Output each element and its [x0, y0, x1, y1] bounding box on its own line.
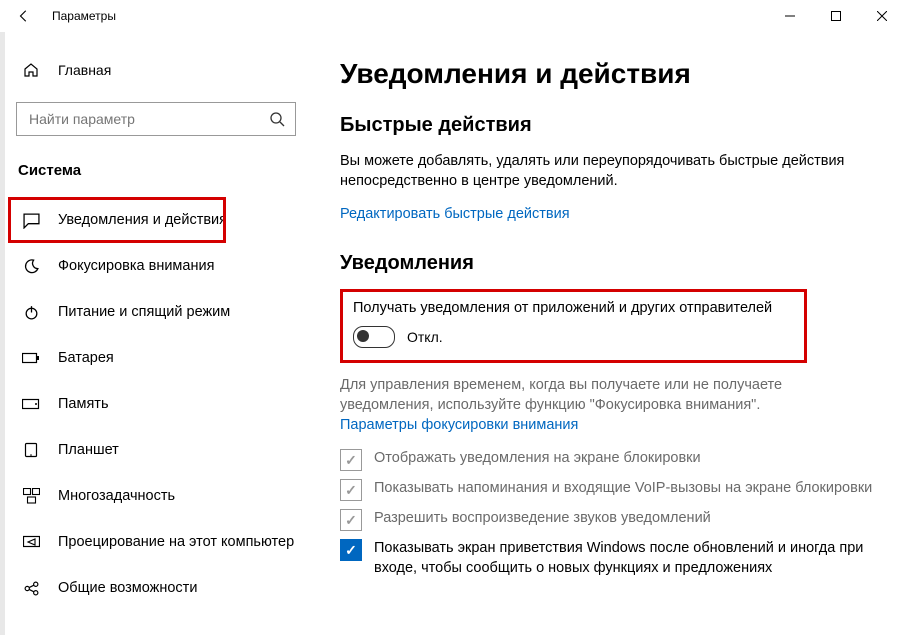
body: Главная Система Уведомления и действия	[0, 32, 905, 635]
nav-item-shared-experiences[interactable]: Общие возможности	[0, 565, 312, 611]
close-icon	[877, 11, 887, 21]
nav-item-multitasking[interactable]: Многозадачность	[0, 473, 312, 519]
titlebar: Параметры	[0, 0, 905, 32]
edit-quick-actions-link[interactable]: Редактировать быстрые действия	[340, 206, 877, 222]
notifications-toggle[interactable]	[353, 326, 395, 348]
checkbox-label: Разрешить воспроизведение звуков уведомл…	[374, 509, 711, 529]
close-button[interactable]	[859, 0, 905, 32]
check-welcome-screen: Показывать экран приветствия Windows пос…	[340, 539, 877, 578]
checkbox-label: Показывать экран приветствия Windows пос…	[374, 539, 877, 578]
nav-label: Проецирование на этот компьютер	[58, 534, 294, 550]
checkbox-label: Показывать напоминания и входящие VoIP-в…	[374, 479, 872, 499]
notifications-heading: Уведомления	[340, 252, 877, 275]
message-icon	[22, 211, 40, 229]
nav-item-battery[interactable]: Батарея	[0, 335, 312, 381]
settings-window: Параметры Главная	[0, 0, 905, 635]
back-button[interactable]	[8, 0, 40, 32]
checkbox[interactable]	[340, 449, 362, 471]
check-notification-sounds: Разрешить воспроизведение звуков уведомл…	[340, 509, 877, 531]
focus-assist-desc: Для управления временем, когда вы получа…	[340, 375, 877, 416]
nav-label: Многозадачность	[58, 488, 175, 504]
highlight-notifications-toggle: Получать уведомления от приложений и дру…	[340, 289, 807, 363]
quick-actions-desc: Вы можете добавлять, удалять или переупо…	[340, 151, 877, 192]
maximize-button[interactable]	[813, 0, 859, 32]
checkbox[interactable]	[340, 479, 362, 501]
nav-item-projecting[interactable]: Проецирование на этот компьютер	[0, 519, 312, 565]
toggle-row: Откл.	[353, 326, 790, 348]
search-input[interactable]	[27, 110, 269, 128]
minimize-button[interactable]	[767, 0, 813, 32]
content: Уведомления и действия Быстрые действия …	[312, 32, 905, 635]
page-title: Уведомления и действия	[340, 58, 877, 90]
nav-label: Планшет	[58, 442, 119, 458]
check-voip-reminders: Показывать напоминания и входящие VoIP-в…	[340, 479, 877, 501]
nav-label: Фокусировка внимания	[58, 258, 214, 274]
project-icon	[22, 533, 40, 551]
multitask-icon	[22, 487, 40, 505]
window-controls	[767, 0, 905, 32]
share-icon	[22, 579, 40, 597]
nav-item-notifications[interactable]: Уведомления и действия	[0, 197, 312, 243]
battery-icon	[22, 349, 40, 367]
notifications-toggle-label: Получать уведомления от приложений и дру…	[353, 300, 790, 316]
nav-label: Общие возможности	[58, 580, 197, 596]
nav-item-tablet[interactable]: Планшет	[0, 427, 312, 473]
power-icon	[22, 303, 40, 321]
tablet-icon	[22, 441, 40, 459]
checkbox[interactable]	[340, 539, 362, 561]
arrow-left-icon	[17, 9, 31, 23]
nav-label: Память	[58, 396, 109, 412]
nav-label: Питание и спящий режим	[58, 304, 230, 320]
home-icon	[22, 62, 40, 78]
sidebar: Главная Система Уведомления и действия	[0, 32, 312, 635]
category-label: Система	[18, 162, 312, 179]
search-box[interactable]	[16, 102, 296, 136]
checkbox[interactable]	[340, 509, 362, 531]
focus-assist-settings-link[interactable]: Параметры фокусировки внимания	[340, 417, 877, 433]
nav-item-power-sleep[interactable]: Питание и спящий режим	[0, 289, 312, 335]
home-label: Главная	[58, 62, 111, 78]
search-icon	[269, 111, 285, 127]
check-lockscreen-notifications: Отображать уведомления на экране блокиро…	[340, 449, 877, 471]
storage-icon	[22, 395, 40, 413]
home-button[interactable]: Главная	[0, 52, 312, 88]
nav-item-focus-assist[interactable]: Фокусировка внимания	[0, 243, 312, 289]
checkbox-list: Отображать уведомления на экране блокиро…	[340, 449, 877, 578]
toggle-state-text: Откл.	[407, 329, 443, 345]
nav-item-storage[interactable]: Память	[0, 381, 312, 427]
minimize-icon	[785, 11, 795, 21]
maximize-icon	[831, 11, 841, 21]
checkbox-label: Отображать уведомления на экране блокиро…	[374, 449, 701, 469]
moon-icon	[22, 257, 40, 275]
nav-label: Батарея	[58, 350, 114, 366]
window-title: Параметры	[40, 9, 116, 23]
nav: Уведомления и действия Фокусировка внима…	[0, 197, 312, 611]
quick-actions-heading: Быстрые действия	[340, 114, 877, 137]
nav-label: Уведомления и действия	[58, 212, 227, 228]
